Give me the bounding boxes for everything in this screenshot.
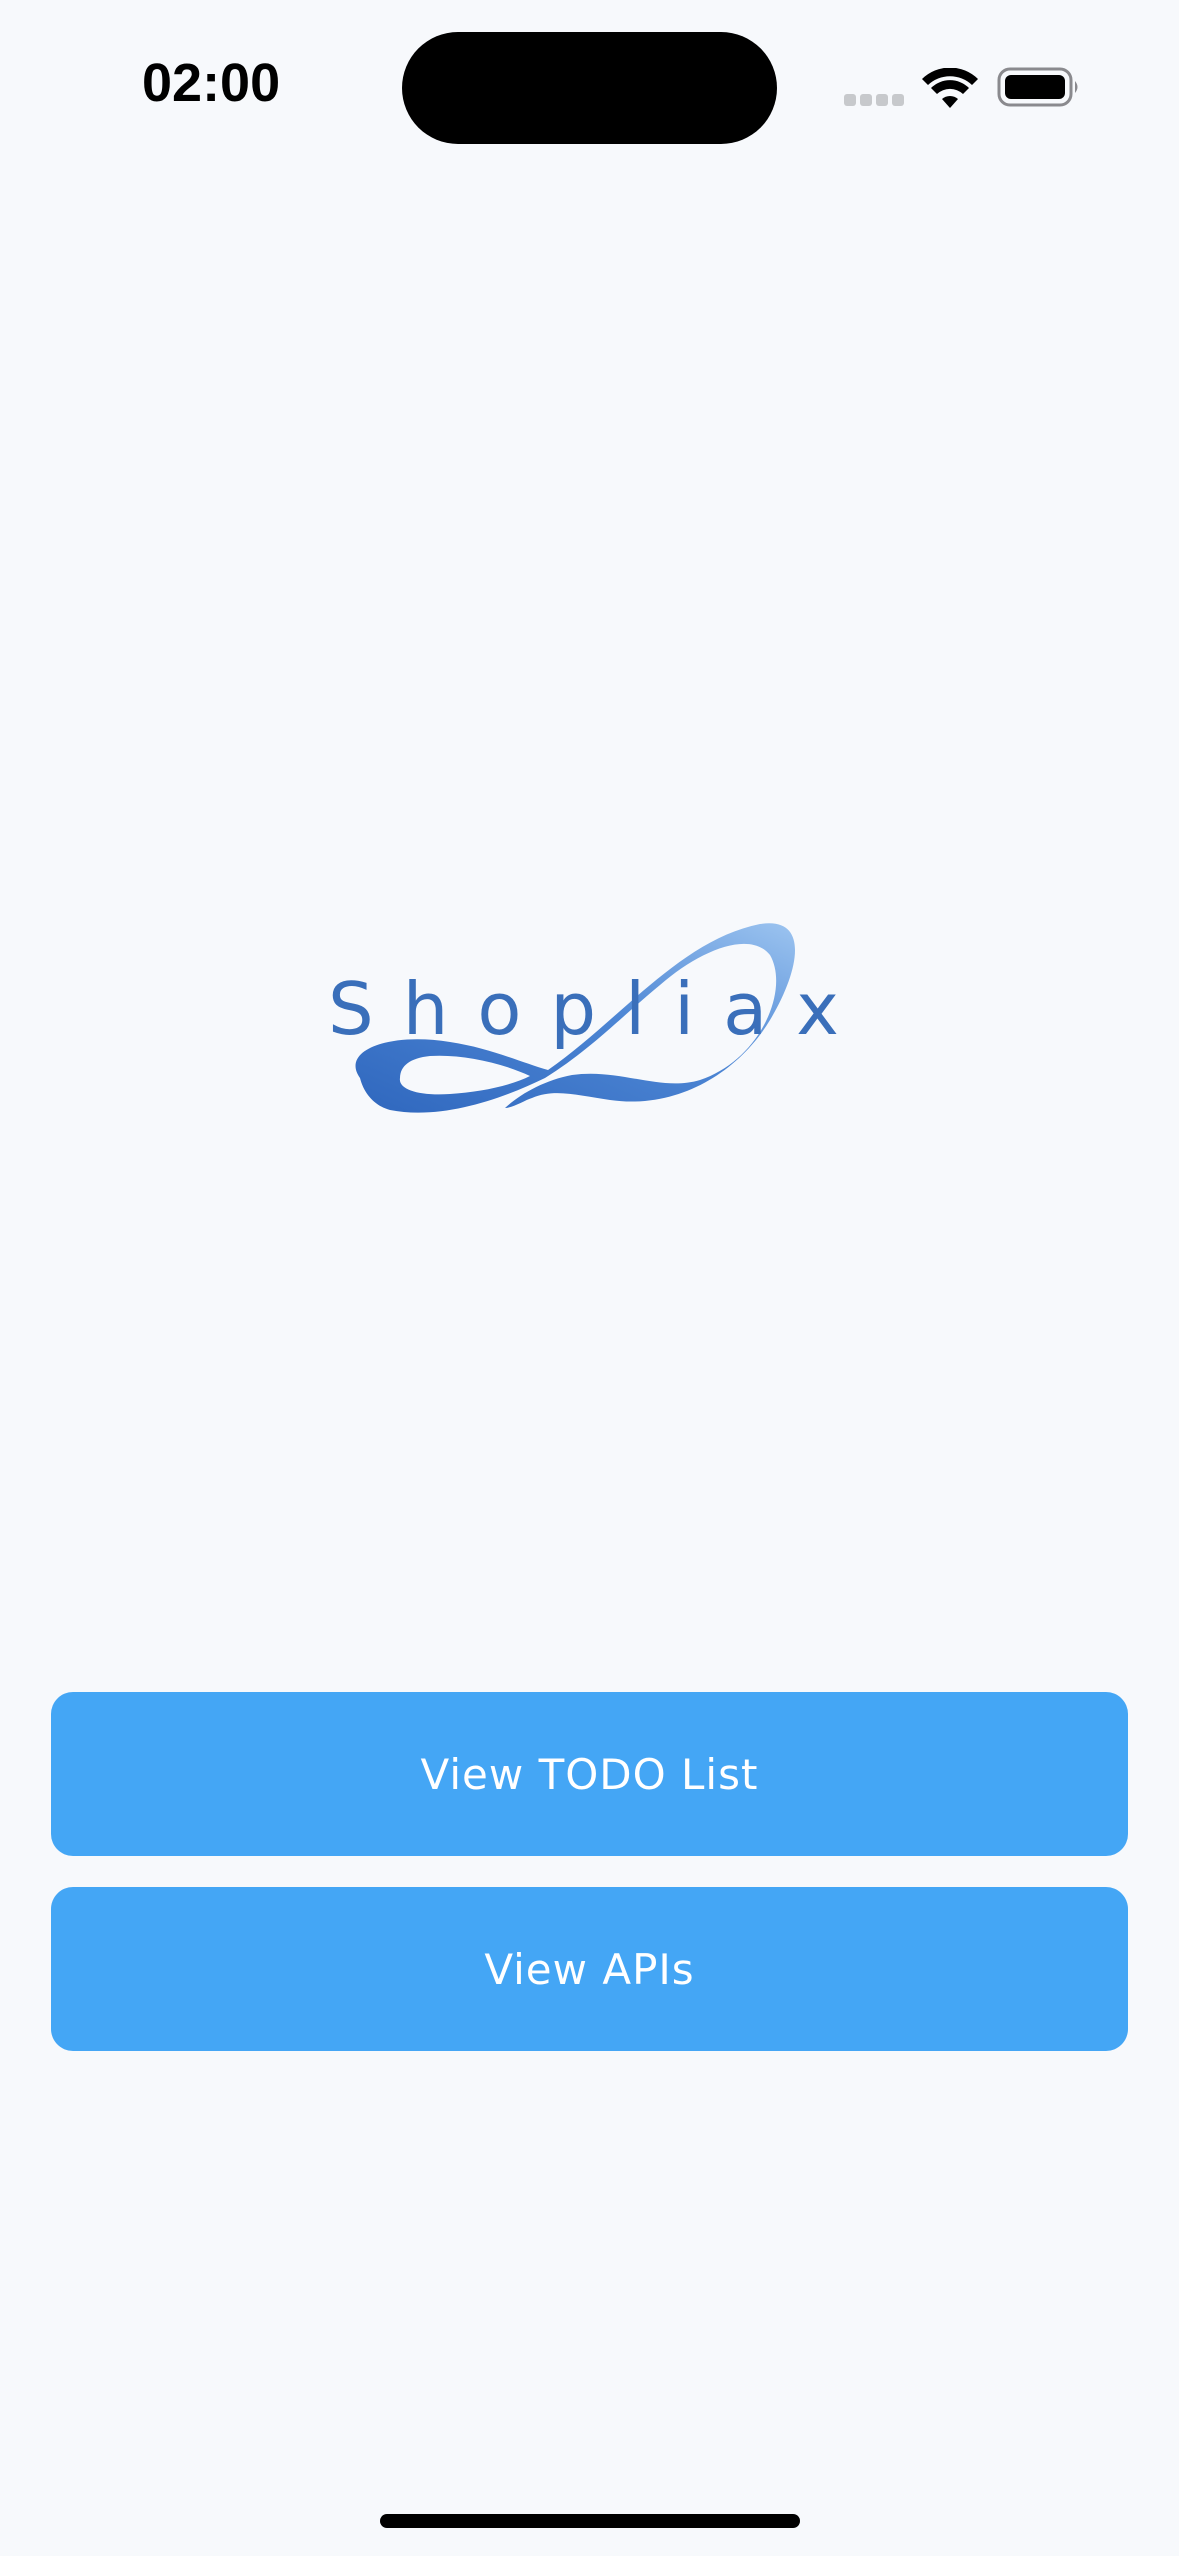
- view-apis-button[interactable]: View APIs: [51, 1887, 1128, 2051]
- battery-icon: [997, 67, 1078, 107]
- home-indicator[interactable]: [380, 2514, 800, 2528]
- logo-text: Shopliax: [328, 967, 840, 1051]
- status-time: 02:00: [142, 53, 281, 113]
- shopliax-wordmark: Shopliax: [328, 967, 840, 1051]
- status-bar: 02:00: [0, 0, 1179, 180]
- wifi-icon: [922, 68, 978, 108]
- view-todo-list-button[interactable]: View TODO List: [51, 1692, 1128, 1856]
- cellular-signal-icon: [844, 94, 906, 108]
- dynamic-island: [402, 32, 777, 144]
